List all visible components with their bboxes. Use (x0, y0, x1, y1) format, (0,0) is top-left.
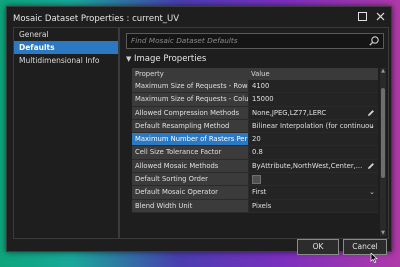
property-value: None,JPEG,LZ77,LERC (252, 108, 327, 117)
table-row[interactable]: Cell Size Tolerance Factor 0.8 (132, 146, 378, 160)
property-value: Pixels (252, 201, 272, 210)
properties-grid: Property Value Maximum Size of Requests … (132, 68, 378, 213)
property-value-input[interactable]: 20 (248, 133, 378, 146)
table-row-selected[interactable]: Maximum Number of Rasters Per M... 20 (132, 133, 378, 147)
property-value-cell: ByAttribute,NorthWest,Center,... (248, 159, 378, 173)
vertical-scrollbar[interactable]: ▲ ▼ (380, 68, 386, 236)
table-row[interactable]: Default Sorting Order (132, 173, 378, 187)
table-row[interactable]: Maximum Size of Requests - Columns 15000 (132, 93, 378, 107)
grid-header: Property Value (132, 68, 378, 80)
property-name: Default Resampling Method (132, 119, 248, 133)
table-row[interactable]: Default Mosaic Operator First ⌄ (132, 186, 378, 200)
sidebar-item-multidimensional-info[interactable]: Multidimensional Info (14, 54, 118, 67)
property-value: 15000 (252, 95, 274, 104)
table-row[interactable]: Maximum Size of Requests - Rows 4100 (132, 80, 378, 94)
scroll-up-icon[interactable]: ▲ (380, 68, 386, 74)
defaults-panel: Find Mosaic Dataset Defaults ▼ Image Prop… (119, 27, 389, 239)
property-value: 20 (252, 135, 261, 144)
property-value: ByAttribute,NorthWest,Center,... (252, 161, 363, 170)
property-value-cell (248, 173, 378, 186)
property-name: Maximum Size of Requests - Columns (132, 93, 248, 106)
table-row[interactable]: Blend Width Unit Pixels (132, 199, 378, 213)
resampling-method-dropdown[interactable]: Bilinear Interpolation (for continuou ⌄ (248, 119, 378, 133)
property-value: Bilinear Interpolation (for continuou (252, 121, 374, 130)
sidebar-nav: General Defaults Multidimensional Info (13, 27, 119, 239)
property-name: Maximum Size of Requests - Rows (132, 80, 248, 93)
window-title: Mosaic Dataset Properties : current_UV (13, 14, 180, 24)
property-value-input[interactable]: 4100 (248, 80, 378, 93)
property-value-input[interactable]: 0.8 (248, 146, 378, 159)
column-header-property[interactable]: Property (132, 68, 248, 80)
property-name: Allowed Compression Methods (132, 106, 248, 119)
property-name: Blend Width Unit (132, 199, 248, 212)
cancel-button[interactable]: Cancel (343, 239, 387, 255)
property-value: 4100 (252, 82, 270, 90)
chevron-down-icon[interactable]: ⌄ (369, 186, 375, 198)
property-name: Default Sorting Order (132, 173, 248, 186)
sidebar-item-general[interactable]: General (14, 28, 118, 41)
table-row[interactable]: Default Resampling Method Bilinear Inter… (132, 119, 378, 134)
collapse-chevron-icon[interactable]: ▼ (126, 55, 134, 63)
property-name: Default Mosaic Operator (132, 186, 248, 199)
ok-button[interactable]: OK (297, 239, 339, 255)
search-icon[interactable] (368, 35, 380, 47)
property-value-cell: None,JPEG,LZ77,LERC (248, 106, 378, 119)
edit-pencil-icon[interactable] (367, 162, 375, 170)
mosaic-operator-dropdown[interactable]: First ⌄ (248, 186, 378, 199)
property-value: First (252, 188, 267, 197)
section-header-image-properties[interactable]: ▼ Image Properties (126, 54, 206, 64)
section-title: Image Properties (134, 54, 207, 64)
edit-pencil-icon[interactable] (367, 109, 375, 117)
property-name: Maximum Number of Rasters Per M... (132, 133, 248, 146)
table-row[interactable]: Allowed Mosaic Methods ByAttribute,North… (132, 159, 378, 174)
table-row[interactable]: Allowed Compression Methods None,JPEG,LZ… (132, 106, 378, 120)
sidebar-item-defaults[interactable]: Defaults (14, 41, 118, 54)
mosaic-dataset-properties-dialog: Mosaic Dataset Properties : current_UV G… (6, 6, 392, 255)
maximize-icon[interactable] (355, 12, 369, 26)
property-name: Cell Size Tolerance Factor (132, 146, 248, 159)
property-name: Allowed Mosaic Methods (132, 159, 248, 173)
property-value-input[interactable]: 15000 (248, 93, 378, 106)
mouse-cursor-icon (370, 248, 378, 264)
close-icon[interactable] (373, 12, 387, 26)
search-input[interactable]: Find Mosaic Dataset Defaults (126, 33, 384, 49)
property-value-input[interactable]: Pixels (248, 199, 378, 212)
sorting-order-checkbox[interactable] (252, 175, 261, 185)
column-header-value[interactable]: Value (248, 68, 378, 80)
chevron-down-icon[interactable]: ⌄ (369, 120, 375, 132)
scroll-down-icon[interactable]: ▼ (380, 230, 386, 236)
search-placeholder: Find Mosaic Dataset Defaults (131, 36, 238, 45)
scrollbar-thumb[interactable] (381, 88, 385, 178)
property-value: 0.8 (252, 148, 263, 157)
